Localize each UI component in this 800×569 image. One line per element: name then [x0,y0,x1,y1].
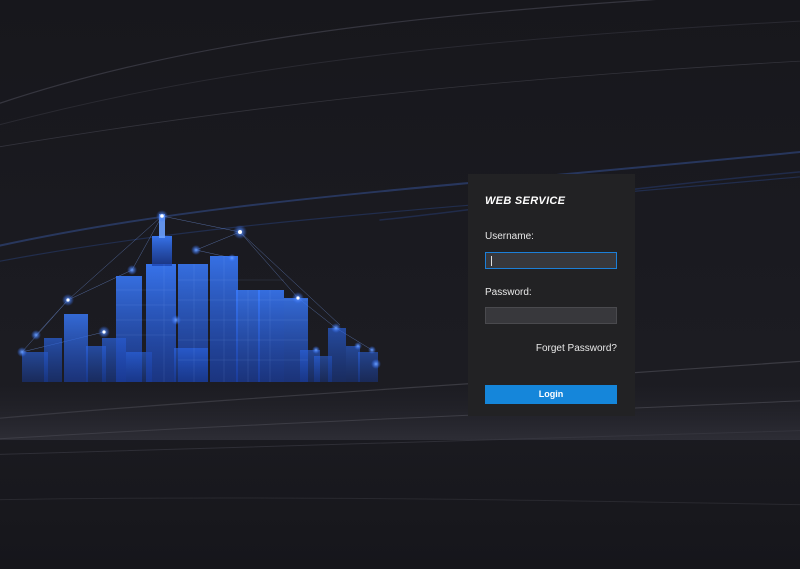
username-label: Username: [485,231,534,242]
city-skyline-illustration [0,0,800,506]
login-page: WEB SERVICE Username: Password: Forget P… [0,0,800,569]
buildings [22,214,378,382]
password-label: Password: [485,287,532,298]
username-input[interactable] [485,252,617,269]
text-cursor [491,256,492,266]
panel-title: WEB SERVICE [485,195,566,207]
login-button[interactable]: Login [485,385,617,404]
password-input[interactable] [485,307,617,324]
login-panel: WEB SERVICE Username: Password: Forget P… [468,174,635,416]
forget-password-link[interactable]: Forget Password? [536,343,617,354]
